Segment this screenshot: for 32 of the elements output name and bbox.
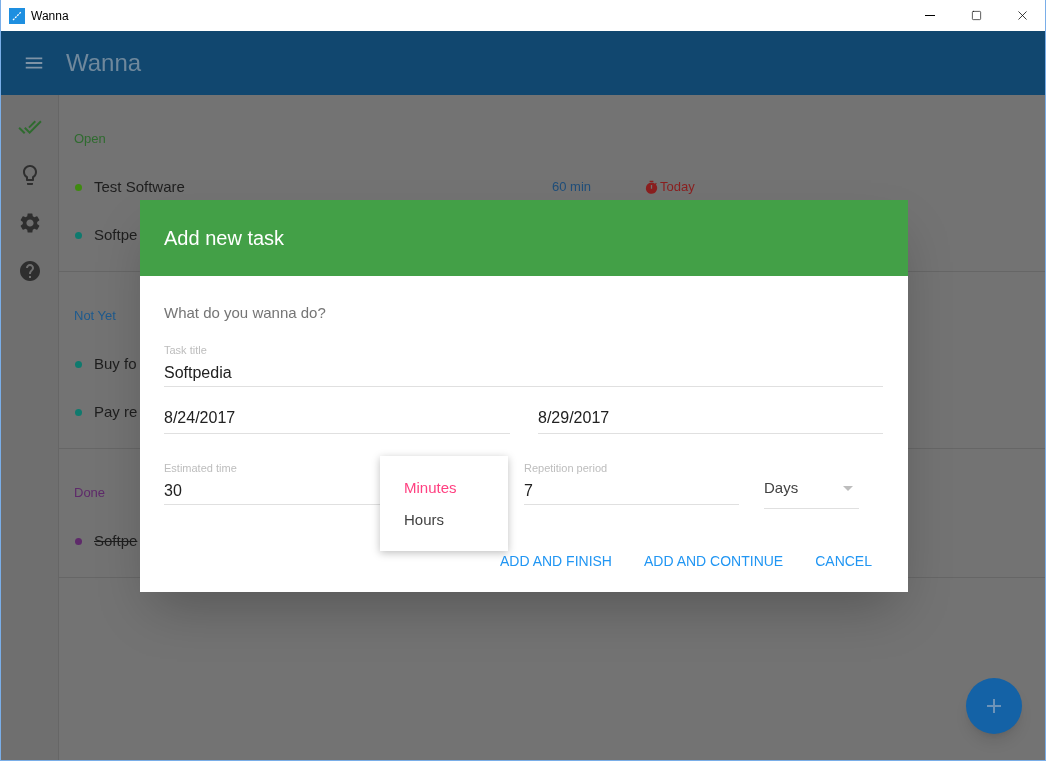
menu-option[interactable]: Hours	[404, 504, 508, 536]
timer-icon	[644, 179, 659, 195]
task-title-field[interactable]: Softpedia	[164, 361, 883, 387]
task-name[interactable]: Softpe	[94, 529, 138, 553]
field-label: Repetition period	[524, 461, 609, 475]
dialog-prompt: What do you wanna do?	[164, 303, 327, 323]
field-label: Estimated time	[164, 461, 238, 475]
task-due: Today	[660, 178, 695, 197]
section-header: Open	[74, 130, 106, 149]
task-name[interactable]: Pay re	[94, 400, 138, 424]
task-name[interactable]: Softpe	[94, 223, 138, 247]
field-label: Task title	[164, 343, 208, 357]
end-date-field[interactable]: 8/29/2017	[538, 406, 883, 434]
task-name[interactable]: Test Software	[94, 175, 185, 199]
dialog-button[interactable]: CANCEL	[807, 543, 880, 579]
maximize-icon	[970, 10, 982, 21]
task-estimate: 60 min	[552, 178, 592, 197]
repetition-period-field[interactable]: 7	[524, 479, 739, 505]
task-name[interactable]: Buy fo	[94, 352, 137, 376]
section-header: Not Yet	[74, 307, 116, 326]
minimize-icon	[925, 15, 935, 16]
dialog-button[interactable]: ADD AND CONTINUE	[635, 543, 792, 579]
dialog-button[interactable]: ADD AND FINISH	[491, 543, 620, 579]
start-date-field[interactable]: 8/24/2017	[164, 406, 510, 434]
window-title: Wanna	[31, 7, 69, 25]
section-header: Done	[74, 484, 106, 503]
help-icon[interactable]	[17, 259, 42, 283]
dialog-title: Add new task	[164, 226, 285, 251]
repetition-unit-select[interactable]: Days	[764, 469, 859, 509]
caret-icon	[843, 486, 853, 491]
app-logo-icon	[9, 7, 25, 24]
app-title: Wanna	[66, 48, 142, 78]
